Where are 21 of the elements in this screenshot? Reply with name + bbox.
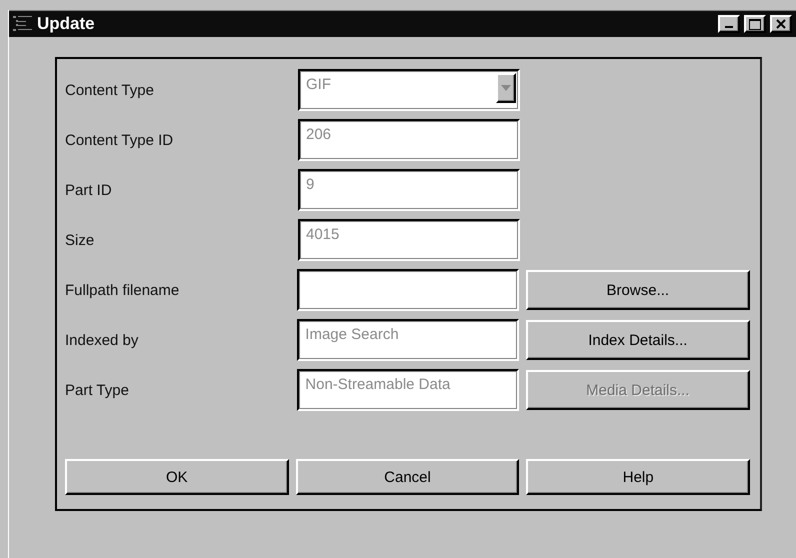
field-label: Indexed by xyxy=(65,332,140,348)
dialog-button[interactable]: OK xyxy=(65,459,289,495)
close-icon xyxy=(776,19,786,29)
field-label: Fullpath filename xyxy=(65,282,180,298)
window-menu-icon[interactable] xyxy=(13,14,33,34)
dialog-button[interactable]: Help xyxy=(526,459,750,495)
close-button[interactable] xyxy=(770,15,792,33)
field-label: Content Type xyxy=(65,82,155,98)
field-label: Part Type xyxy=(65,382,130,398)
dialog-button[interactable]: Cancel xyxy=(296,459,520,495)
window-title: Update xyxy=(37,14,96,34)
action-button[interactable]: Browse... xyxy=(526,270,750,310)
caret-down-icon xyxy=(501,85,511,91)
minimize-button[interactable] xyxy=(718,15,740,33)
field-label: Part ID xyxy=(65,182,113,198)
action-button[interactable]: Index Details... xyxy=(526,320,750,360)
maximize-icon xyxy=(749,18,761,30)
field-label: Size xyxy=(65,232,96,248)
field-label: Content Type ID xyxy=(65,132,174,148)
text-field[interactable] xyxy=(297,269,519,311)
maximize-button[interactable] xyxy=(744,15,766,33)
